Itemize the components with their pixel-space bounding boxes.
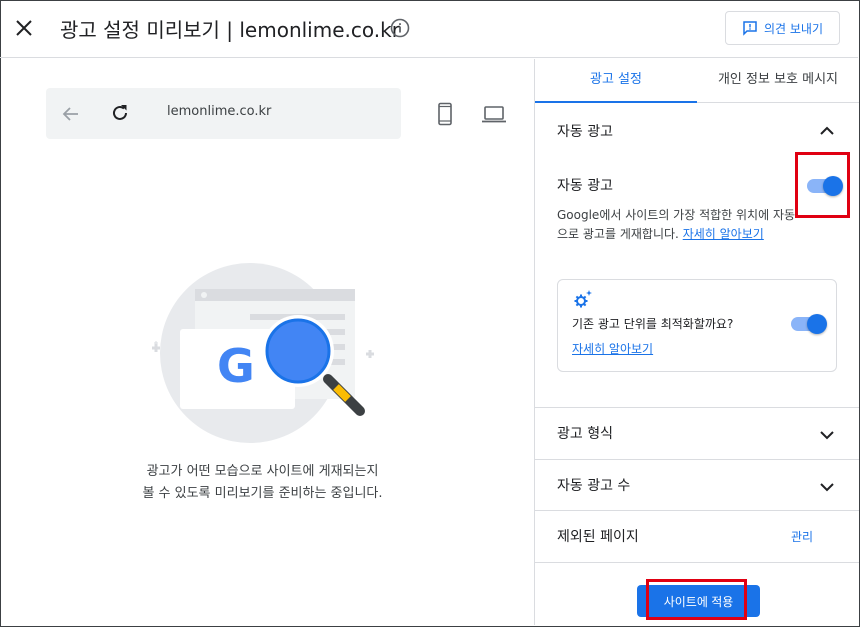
back-arrow-icon[interactable]	[60, 103, 82, 125]
section-divider	[535, 459, 859, 460]
close-button[interactable]	[12, 16, 36, 40]
feedback-button[interactable]: 의견 보내기	[725, 11, 840, 45]
preview-panel: lemonlime.co.kr G 광고가 어떤 모습으로 사이트에 게재되는지…	[0, 59, 534, 625]
svg-text:G: G	[217, 339, 255, 393]
section-divider	[535, 510, 859, 511]
feedback-icon	[743, 21, 757, 36]
close-icon	[16, 20, 32, 36]
preview-loading-illustration: G	[152, 263, 374, 443]
tab-privacy-messages[interactable]: 개인 정보 보호 메시지	[697, 59, 859, 103]
apply-to-site-button[interactable]: 사이트에 적용	[637, 585, 760, 617]
ad-formats-section-title[interactable]: 광고 형식	[557, 423, 613, 443]
chevron-down-icon[interactable]	[817, 477, 837, 497]
desktop-device-icon[interactable]	[481, 104, 507, 124]
optimize-ad-units-toggle[interactable]	[791, 314, 827, 334]
optimize-ad-units-card: 기존 광고 단위를 최적화할까요? 자세히 알아보기	[557, 279, 837, 372]
optimize-learn-more-link[interactable]: 자세히 알아보기	[572, 340, 653, 357]
feedback-label: 의견 보내기	[763, 21, 823, 36]
auto-optimize-gear-icon	[574, 290, 592, 308]
info-icon[interactable]	[390, 18, 410, 38]
auto-ads-toggle[interactable]	[807, 176, 843, 196]
auto-ads-toggle-label: 자동 광고	[557, 178, 613, 194]
toggle-knob	[807, 314, 827, 334]
ad-load-section-title[interactable]: 자동 광고 수	[557, 475, 630, 495]
preview-url: lemonlime.co.kr	[167, 104, 272, 119]
optimize-question: 기존 광고 단위를 최적화할까요?	[572, 317, 734, 331]
manage-excluded-pages-link[interactable]: 관리	[791, 528, 813, 545]
reload-icon[interactable]	[109, 102, 131, 124]
section-divider	[535, 562, 859, 563]
excluded-pages-section-title: 제외된 페이지	[557, 529, 639, 545]
dialog-header: 광고 설정 미리보기 | lemonlime.co.kr 의견 보내기	[0, 0, 858, 58]
tab-ad-settings[interactable]: 광고 설정	[535, 59, 697, 103]
settings-tabs: 광고 설정 개인 정보 보호 메시지	[535, 59, 859, 103]
auto-ads-learn-more-link[interactable]: 자세히 알아보기	[683, 227, 764, 241]
chevron-down-icon[interactable]	[817, 425, 837, 445]
section-divider	[535, 407, 859, 408]
auto-ads-description: Google에서 사이트의 가장 적합한 위치에 자동으로 광고를 게재합니다.…	[557, 208, 796, 241]
preview-url-bar: lemonlime.co.kr	[46, 88, 401, 139]
page-title: 광고 설정 미리보기 | lemonlime.co.kr	[60, 18, 400, 42]
auto-ads-section-title: 자동 광고	[557, 124, 613, 140]
chevron-up-icon[interactable]	[817, 121, 837, 141]
mobile-device-icon[interactable]	[435, 102, 455, 126]
toggle-knob	[823, 176, 843, 196]
settings-panel: 광고 설정 개인 정보 보호 메시지 자동 광고 자동 광고 Google에서 …	[534, 59, 859, 625]
preview-loading-message: 광고가 어떤 모습으로 사이트에 게재되는지 볼 수 있도록 미리보기를 준비하…	[142, 464, 383, 501]
